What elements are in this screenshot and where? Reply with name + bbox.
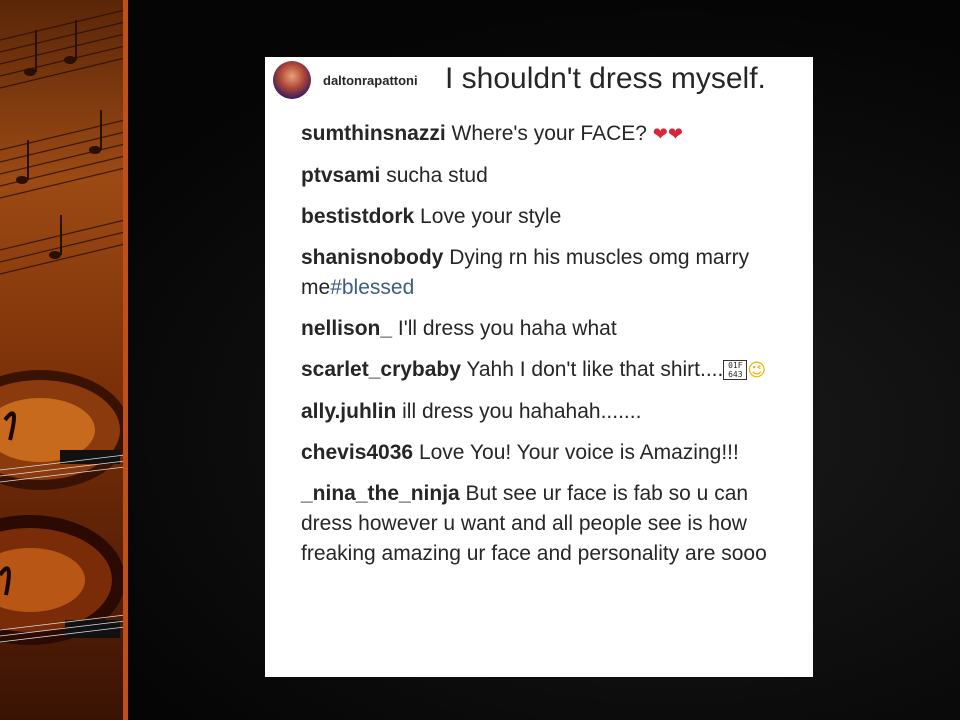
comment-username[interactable]: chevis4036 [301, 441, 413, 464]
comment-list: sumthinsnazzi Where's your FACE? ❤❤ ptvs… [301, 119, 801, 580]
decorative-guitar-music-art [0, 0, 125, 720]
comment-username[interactable]: sumthinsnazzi [301, 122, 446, 145]
heart-emoji-icon: ❤❤ [652, 124, 683, 145]
comment-username[interactable]: scarlet_crybaby [301, 358, 461, 381]
wink-emoji-icon: 😉 [747, 360, 767, 381]
hashtag-link[interactable]: #blessed [330, 276, 414, 299]
comment-username[interactable]: ptvsami [301, 164, 380, 187]
comment-username[interactable]: ally.juhlin [301, 400, 396, 423]
comment-text: Love your style [414, 205, 562, 228]
comment-text: Yahh I don't like that shirt.... [460, 358, 724, 381]
comment-text: Love You! Your voice is Amazing!!! [413, 441, 739, 464]
comment-text: Where's your FACE? [445, 122, 653, 145]
accent-divider [123, 0, 128, 720]
comment-item: ally.juhlin ill dress you hahahah....... [301, 397, 801, 427]
comment-username[interactable]: shanisnobody [301, 246, 443, 269]
avatar[interactable] [273, 61, 311, 99]
comment-item: bestistdork Love your style [301, 202, 801, 232]
music-notes-illustration [0, 9, 125, 645]
comment-item: sumthinsnazzi Where's your FACE? ❤❤ [301, 119, 801, 150]
instagram-comments-screenshot: daltonrapattoni I shouldn't dress myself… [265, 57, 813, 677]
post-username[interactable]: daltonrapattoni [323, 73, 418, 88]
comment-item: ptvsami sucha stud [301, 161, 801, 191]
comment-text: I'll dress you haha what [392, 317, 617, 340]
comment-text: sucha stud [380, 164, 488, 187]
comment-item: scarlet_crybaby Yahh I don't like that s… [301, 355, 801, 386]
comment-text: ill dress you hahahah....... [396, 400, 642, 423]
comment-username[interactable]: _nina_the_ninja [301, 482, 460, 505]
comment-username[interactable]: bestistdork [301, 205, 414, 228]
comment-item: chevis4036 Love You! Your voice is Amazi… [301, 438, 801, 468]
comment-item: shanisnobody Dying rn his muscles omg ma… [301, 243, 801, 303]
post-caption: I shouldn't dress myself. [445, 62, 766, 95]
missing-glyph-box-icon: 01F 643 [723, 360, 748, 381]
post-header: daltonrapattoni I shouldn't dress myself… [265, 57, 813, 107]
comment-item: _nina_the_ninja But see ur face is fab s… [301, 479, 801, 569]
comment-item: nellison_ I'll dress you haha what [301, 314, 801, 344]
comment-username[interactable]: nellison_ [301, 317, 392, 340]
